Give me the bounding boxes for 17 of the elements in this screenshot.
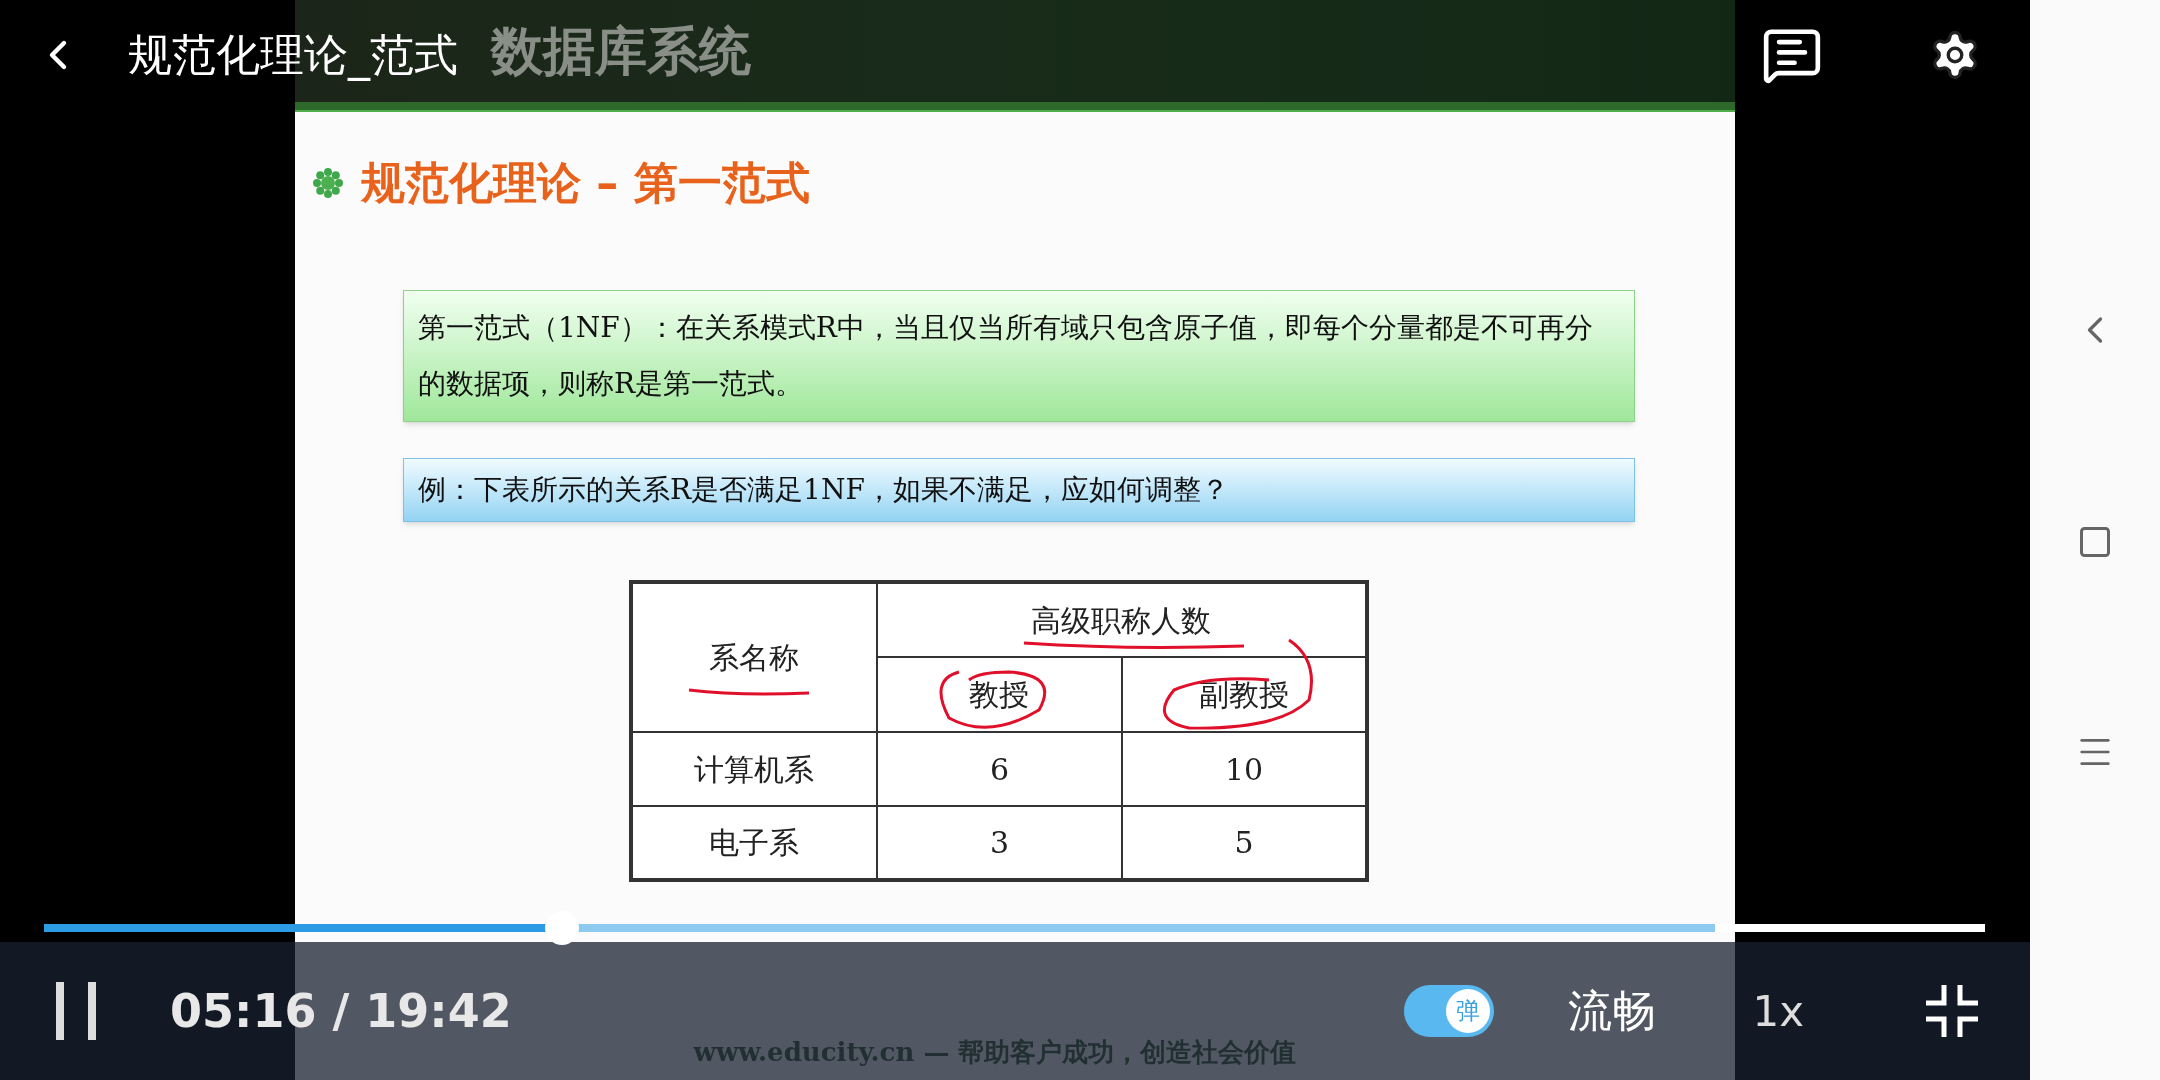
quality-button[interactable]: 流畅	[1568, 978, 1657, 1044]
flower-icon	[311, 166, 345, 200]
slide-title: 规范化理论 – 第一范式	[361, 156, 810, 210]
pause-icon	[54, 982, 98, 1040]
slide-header-title: 数据库系统	[491, 19, 751, 83]
home-nav-button[interactable]	[2077, 524, 2113, 560]
playback-time: 05:16 / 19:42	[170, 982, 512, 1040]
question-text: 例：下表所示的关系R是否满足1NF，如果不满足，应如何调整？	[418, 472, 1229, 508]
home-icon	[2077, 524, 2113, 560]
definition-text: 第一范式（1NF）：在关系模式R中，当且仅当所有域只包含原子值，即每个分量都是不可再分的数据项，则称R是第一范式。	[418, 310, 1594, 402]
video-title: 规范化理论_范式	[128, 28, 458, 83]
exit-fullscreen-icon	[1924, 983, 1980, 1039]
table-cell: 计算机系	[631, 732, 877, 806]
table-cell: 系名称	[631, 582, 877, 732]
table-cell: 6	[877, 732, 1122, 806]
table-cell: 教授	[877, 657, 1122, 732]
speed-button[interactable]: 1x	[1752, 979, 1804, 1043]
